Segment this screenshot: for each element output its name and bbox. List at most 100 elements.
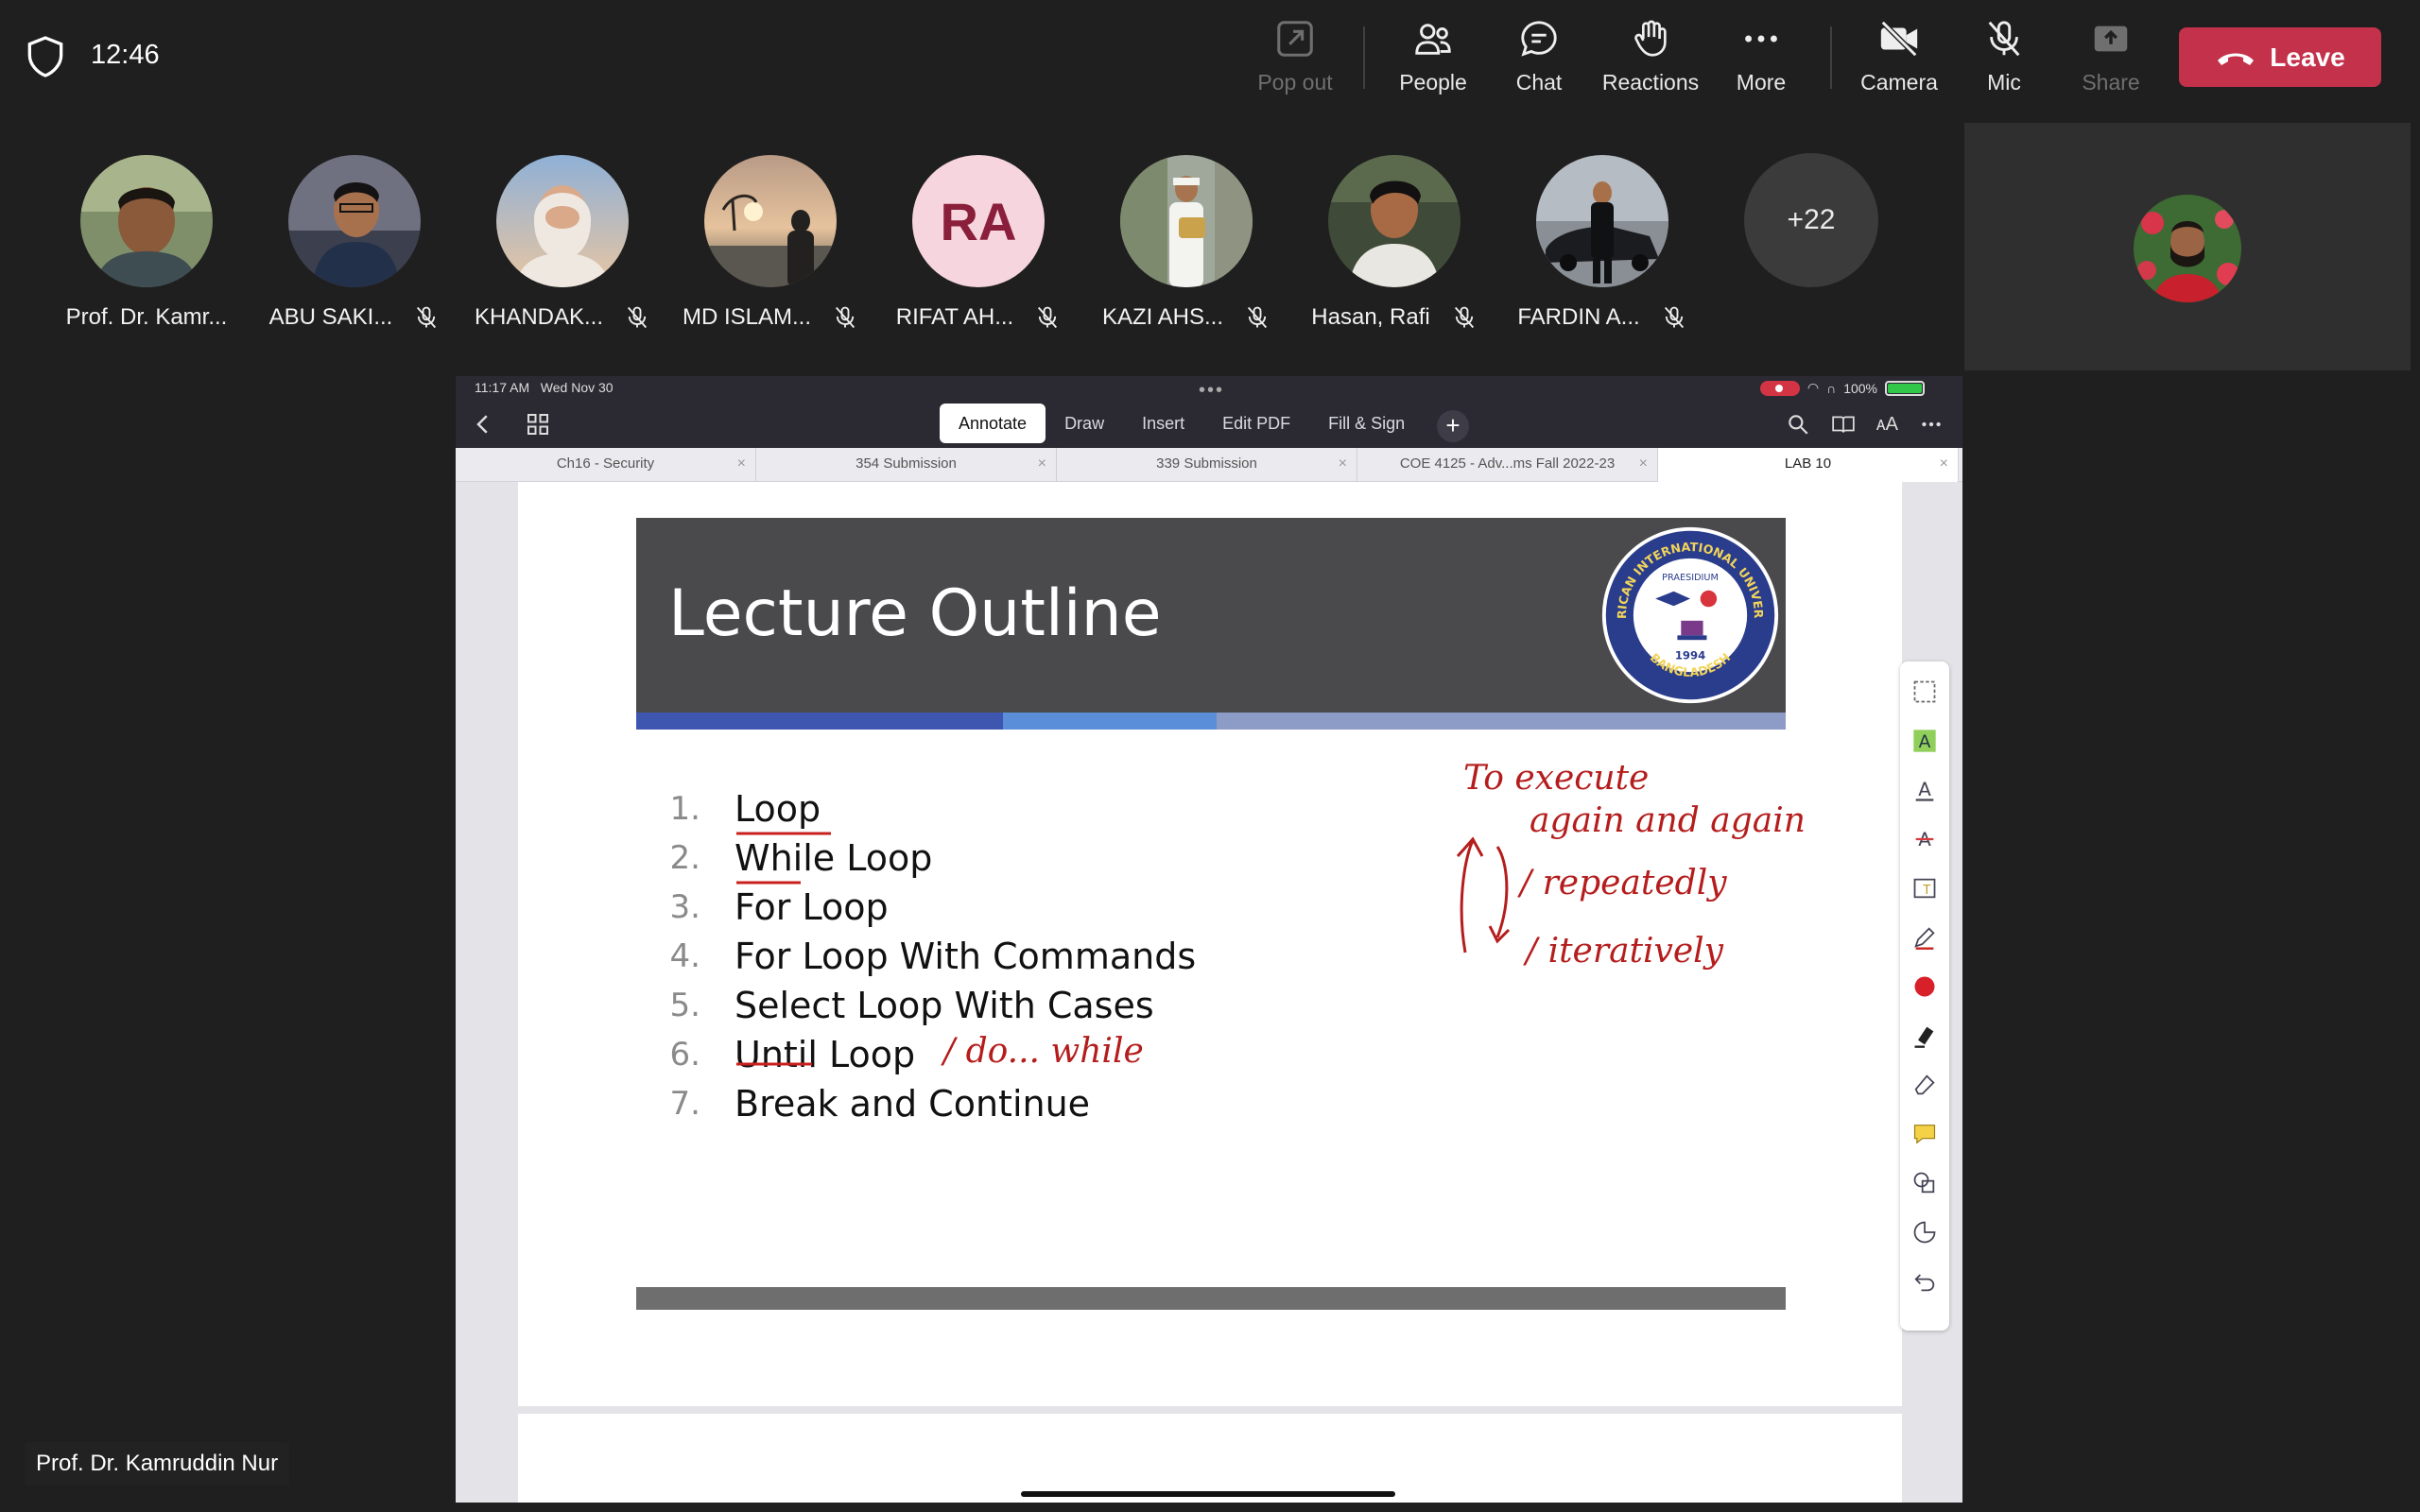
- participant-name-text: MD ISLAM...: [682, 304, 812, 330]
- svg-text:1994: 1994: [1675, 649, 1705, 662]
- participant-tile[interactable]: Hasan, Rafi: [1295, 155, 1494, 344]
- item-text: Select Loop With Cases: [735, 985, 1154, 1026]
- leave-button[interactable]: Leave: [2179, 27, 2381, 87]
- mic-button[interactable]: Mic: [1945, 17, 2063, 96]
- participant-tile[interactable]: KAZI AHS...: [1087, 155, 1286, 344]
- active-speaker-name: Prof. Dr. Kamruddin Nur: [25, 1442, 290, 1486]
- share-tray-icon: [2094, 26, 2128, 52]
- ink-note-line3: / repeatedly: [1517, 864, 1727, 902]
- people-button[interactable]: People: [1374, 17, 1492, 96]
- participant-name: Hasan, Rafi: [1295, 304, 1494, 331]
- item-text: Break and Continue: [735, 1083, 1091, 1125]
- mode-selector: Annotate Draw Insert Edit PDF Fill & Sig…: [940, 402, 1424, 445]
- strikethrough-text-icon[interactable]: A: [1911, 826, 1938, 852]
- participant-name: KAZI AHS...: [1087, 304, 1286, 331]
- mic-off-icon: [1664, 306, 1684, 329]
- more-participants-button[interactable]: +22: [1744, 153, 1878, 287]
- tab-label: Ch16 - Security: [556, 455, 655, 472]
- add-tool-button[interactable]: +: [1437, 410, 1469, 442]
- close-tab-icon[interactable]: ×: [1339, 448, 1347, 480]
- university-seal-logo: AMERICAN INTERNATIONAL UNIVERSITY BANGLA…: [1599, 524, 1779, 704]
- sticker-icon[interactable]: [1911, 1219, 1938, 1246]
- grid-view-icon[interactable]: [524, 410, 552, 438]
- lasso-select-icon[interactable]: [1911, 679, 1938, 705]
- close-tab-icon[interactable]: ×: [737, 448, 746, 480]
- document-tab-active[interactable]: LAB 10 ×: [1658, 448, 1959, 482]
- chat-button[interactable]: Chat: [1480, 17, 1598, 96]
- back-icon[interactable]: [469, 410, 497, 438]
- mode-draw[interactable]: Draw: [1046, 404, 1123, 443]
- avatar: [80, 155, 213, 287]
- reader-mode-icon[interactable]: [1831, 412, 1856, 437]
- annotation-toolbar: A A A T: [1900, 662, 1949, 1331]
- undo-icon[interactable]: [1911, 1268, 1938, 1295]
- svg-text:A: A: [1918, 779, 1931, 800]
- reactions-button[interactable]: Reactions: [1592, 17, 1709, 96]
- text-size-icon[interactable]: ᴀA: [1876, 414, 1898, 436]
- header-color-band: [636, 713, 1786, 730]
- search-icon[interactable]: [1786, 412, 1810, 437]
- outline-item: 5. Select Loop With Cases: [636, 981, 1196, 1030]
- document-tab[interactable]: 354 Submission ×: [756, 448, 1057, 482]
- participant-name: KHANDAK...: [463, 304, 662, 331]
- eraser-icon[interactable]: [1911, 1072, 1938, 1098]
- close-tab-icon[interactable]: ×: [1940, 448, 1948, 480]
- more-button[interactable]: More: [1703, 17, 1820, 96]
- shapes-icon[interactable]: [1911, 1170, 1938, 1196]
- more-options-icon[interactable]: [1919, 412, 1944, 437]
- avatar-initials: RA: [912, 155, 1045, 287]
- participant-name-text: Prof. Dr. Kamr...: [65, 304, 228, 330]
- participant-name-text: KAZI AHS...: [1101, 304, 1224, 330]
- item-number: 3.: [669, 888, 700, 926]
- participant-tile[interactable]: RA RIFAT AH...: [879, 155, 1078, 344]
- close-tab-icon[interactable]: ×: [1038, 448, 1046, 480]
- meeting-timer: 12:46: [91, 40, 160, 70]
- ink-color-icon[interactable]: [1911, 973, 1938, 1000]
- participant-name-text: FARDIN A...: [1517, 304, 1640, 330]
- svg-text:A: A: [1919, 732, 1931, 752]
- close-tab-icon[interactable]: ×: [1639, 448, 1648, 480]
- more-label: More: [1736, 70, 1787, 94]
- avatar: [1120, 155, 1253, 287]
- mode-annotate[interactable]: Annotate: [940, 404, 1046, 443]
- self-video-tile[interactable]: [1964, 123, 2411, 370]
- outline-item: 3. For Loop: [636, 883, 1196, 932]
- highlighter-icon[interactable]: [1911, 1022, 1938, 1049]
- mic-off-icon: [1038, 306, 1058, 329]
- mode-fill-sign[interactable]: Fill & Sign: [1309, 404, 1424, 443]
- ink-note-line1: To execute: [1463, 759, 1649, 798]
- mode-edit-pdf[interactable]: Edit PDF: [1203, 404, 1309, 443]
- highlight-text-icon[interactable]: A: [1911, 728, 1938, 754]
- document-tab[interactable]: 339 Submission ×: [1057, 448, 1357, 482]
- ink-note-line4: / iteratively: [1523, 932, 1724, 971]
- screen-record-icon: [1759, 380, 1800, 396]
- tab-label: 354 Submission: [856, 455, 957, 472]
- item-text: For Loop With Commands: [735, 936, 1197, 977]
- participant-tile[interactable]: KHANDAK...: [463, 155, 662, 344]
- raise-hand-icon: [1634, 20, 1667, 57]
- participant-tile[interactable]: MD ISLAM...: [671, 155, 870, 344]
- item-text: Loop: [735, 788, 821, 830]
- camera-label: Camera: [1860, 70, 1938, 94]
- participant-tile[interactable]: Prof. Dr. Kamr...: [47, 155, 246, 344]
- document-tab[interactable]: COE 4125 - Adv...ms Fall 2022-23 ×: [1357, 448, 1658, 482]
- mode-insert[interactable]: Insert: [1123, 404, 1203, 443]
- tab-label: COE 4125 - Adv...ms Fall 2022-23: [1399, 455, 1616, 472]
- outline-item: 6. Until Loop: [636, 1030, 1196, 1079]
- popout-label: Pop out: [1257, 70, 1333, 94]
- underline-text-icon[interactable]: A: [1911, 777, 1938, 803]
- participant-tile[interactable]: ABU SAKI...: [255, 155, 454, 344]
- text-box-icon[interactable]: T: [1911, 875, 1938, 902]
- headphones-icon: ∩: [1826, 380, 1837, 396]
- share-button[interactable]: Share: [2052, 17, 2169, 96]
- camera-button[interactable]: Camera: [1841, 17, 1958, 96]
- outline-item: 4. For Loop With Commands: [636, 932, 1197, 981]
- participant-tile[interactable]: FARDIN A...: [1503, 155, 1702, 344]
- comment-icon[interactable]: [1911, 1121, 1938, 1147]
- document-tab[interactable]: Ch16 - Security ×: [456, 448, 756, 482]
- tab-label: 339 Submission: [1156, 455, 1257, 472]
- ipad-status-bar: 11:17 AM Wed Nov 30 ••• ◠ ∩ 100%: [456, 376, 1962, 401]
- people-icon: [1415, 24, 1451, 55]
- pen-tool-icon[interactable]: [1911, 924, 1938, 951]
- popout-button[interactable]: Pop out: [1236, 17, 1354, 96]
